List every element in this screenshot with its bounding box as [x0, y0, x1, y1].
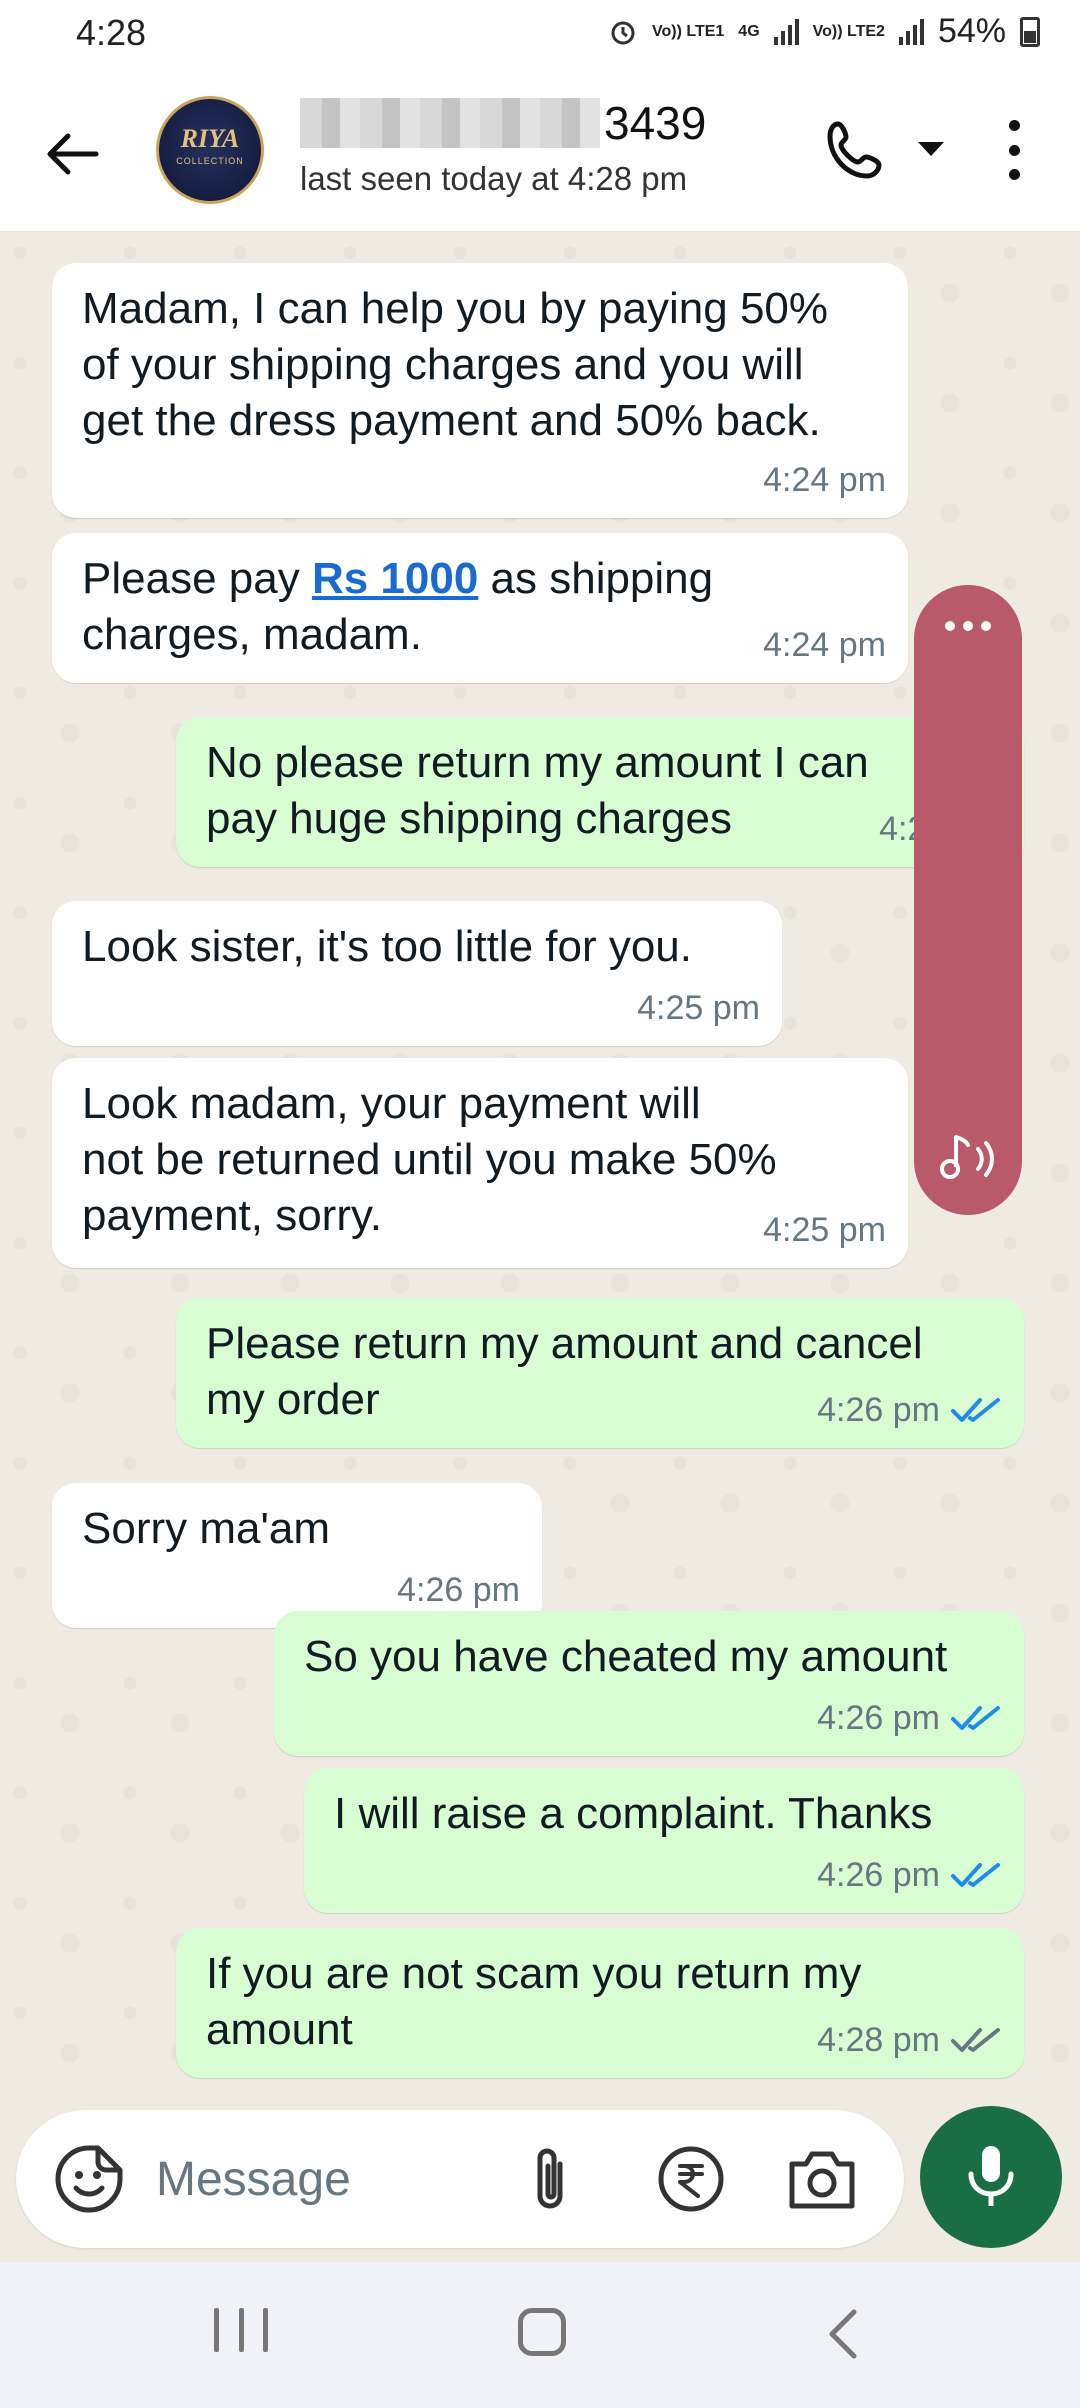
- phone-icon[interactable]: [824, 116, 890, 182]
- message-text: Please pay Rs 1000 as shipping charges, …: [82, 554, 714, 659]
- message-outgoing[interactable]: Please return my amount and cancel my or…: [176, 1298, 1024, 1448]
- message-incoming[interactable]: Please pay Rs 1000 as shipping charges, …: [52, 533, 908, 683]
- message-incoming[interactable]: Look sister, it's too little for you. 4:…: [52, 901, 782, 1046]
- caret-down-icon[interactable]: [916, 138, 946, 160]
- message-outgoing[interactable]: If you are not scam you return my amount…: [176, 1928, 1024, 2078]
- camera-icon[interactable]: [786, 2146, 858, 2212]
- avatar-logo-subtext: COLLECTION: [176, 156, 244, 166]
- message-time: 4:24 pm: [763, 461, 886, 499]
- double-check-gray-icon: [951, 2028, 1000, 2052]
- network-label-lte1: Vo)) LTE1: [652, 22, 725, 40]
- status-icons: Vo)) LTE1 4G Vo)) LTE2 54%: [608, 12, 1040, 51]
- contact-name-suffix: 3439: [604, 97, 707, 149]
- message-time: 4:26 pm: [817, 1391, 940, 1429]
- last-seen-status: last seen today at 4:28 pm: [300, 160, 688, 197]
- message-outgoing[interactable]: No please return my amount I can pay hug…: [176, 717, 1024, 867]
- message-text: Look sister, it's too little for you.: [82, 922, 693, 971]
- message-text: I will raise a complaint. Thanks: [334, 1789, 933, 1838]
- double-check-blue-icon: [951, 1398, 1000, 1422]
- network-label-lte2: Vo)) LTE2: [812, 22, 885, 40]
- message-time: 4:25 pm: [637, 989, 760, 1027]
- double-check-blue-icon: [951, 1863, 1000, 1887]
- amount-link[interactable]: Rs 1000: [312, 554, 478, 603]
- home-icon[interactable]: [518, 2308, 566, 2356]
- floating-media-widget[interactable]: [914, 585, 1022, 1215]
- message-text: So you have cheated my amount: [304, 1632, 948, 1681]
- paperclip-icon[interactable]: [520, 2144, 580, 2216]
- more-horiz-icon[interactable]: [914, 621, 1022, 631]
- contact-name[interactable]: 3439: [300, 96, 706, 150]
- message-text: Sorry ma'am: [82, 1504, 330, 1553]
- message-incoming[interactable]: Look madam, your payment will not be ret…: [52, 1058, 908, 1268]
- signal-icon: [773, 18, 799, 45]
- network-label-4g: 4G: [738, 22, 760, 40]
- avatar-logo-text: RIYA: [180, 124, 240, 153]
- rupee-icon[interactable]: [656, 2144, 726, 2214]
- signal-icon: [898, 18, 924, 45]
- message-time: 4:25 pm: [763, 1211, 886, 1249]
- message-input[interactable]: [156, 2146, 486, 2212]
- battery-icon: [1020, 16, 1040, 47]
- message-text: Look madam, your payment will not be ret…: [82, 1079, 777, 1240]
- alarm-icon: [611, 21, 635, 44]
- status-bar: 4:28 Vo)) LTE1 4G Vo)) LTE2 54%: [0, 0, 1080, 68]
- recent-apps-icon[interactable]: [214, 2308, 268, 2360]
- more-vert-icon[interactable]: [1000, 120, 1028, 180]
- arrow-left-icon[interactable]: [40, 122, 104, 186]
- chat-header: RIYA COLLECTION 3439 last seen today at …: [0, 68, 1080, 232]
- battery-percent: 54%: [937, 12, 1006, 50]
- message-incoming[interactable]: Sorry ma'am 4:26 pm: [52, 1483, 542, 1628]
- sticker-icon[interactable]: [52, 2142, 126, 2216]
- message-time: 4:24 pm: [763, 626, 886, 664]
- message-time: 4:26 pm: [817, 1699, 940, 1737]
- message-time: 4:28 pm: [817, 2021, 940, 2059]
- system-nav-bar: [0, 2262, 1080, 2408]
- message-time: 4:26 pm: [397, 1571, 520, 1609]
- message-outgoing[interactable]: So you have cheated my amount 4:26 pm: [274, 1611, 1024, 1756]
- double-check-blue-icon: [951, 1706, 1000, 1730]
- microphone-icon: [968, 2146, 1014, 2206]
- message-text: Madam, I can help you by paying 50% of y…: [82, 284, 829, 445]
- message-composer: [16, 2110, 904, 2248]
- status-time: 4:28: [76, 12, 147, 53]
- message-time: 4:26 pm: [817, 1856, 940, 1894]
- sound-wave-icon[interactable]: [932, 1123, 1004, 1195]
- avatar[interactable]: RIYA COLLECTION: [156, 96, 264, 204]
- redacted-name-block: [300, 98, 600, 148]
- mic-button[interactable]: [920, 2106, 1062, 2248]
- message-outgoing[interactable]: I will raise a complaint. Thanks 4:26 pm: [304, 1768, 1024, 1913]
- message-incoming[interactable]: Madam, I can help you by paying 50% of y…: [52, 263, 908, 518]
- nav-back-icon[interactable]: [824, 2306, 864, 2362]
